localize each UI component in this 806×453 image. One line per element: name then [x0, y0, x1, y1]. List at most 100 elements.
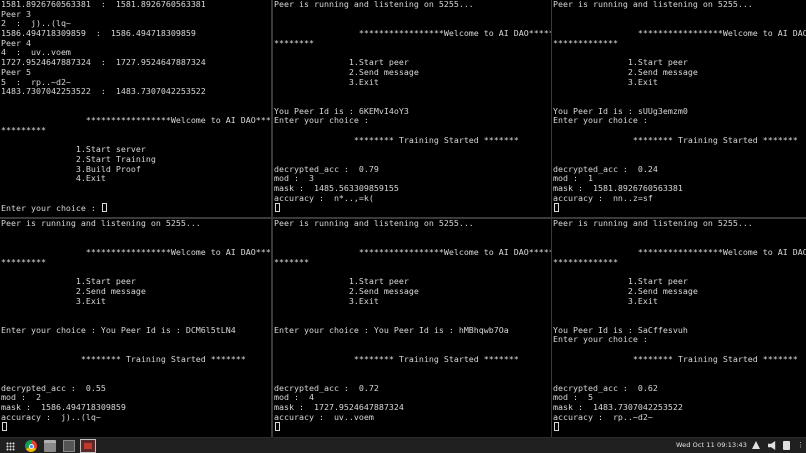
terminal-pane-peer-bottom-left[interactable]: Peer is running and listening on 5255...… [0, 219, 271, 437]
terminal-cursor [275, 203, 280, 213]
battery-icon[interactable] [783, 441, 790, 450]
terminal-pane-peer-bottom-middle[interactable]: Peer is running and listening on 5255...… [273, 219, 551, 437]
terminal-line: *****************Welcome to AI DAO******… [274, 29, 551, 39]
clock[interactable]: Wed Oct 11 09:13:43 [676, 441, 747, 449]
terminal-line: *****************Welcome to AI DAO******… [637, 29, 806, 39]
terminal-line: ******** Training Started ******* [274, 135, 519, 145]
terminal-line: Enter your choice : You Peer Id is : DCM… [1, 325, 236, 335]
network-icon[interactable] [752, 441, 760, 449]
terminal-pane-peer-bottom-right[interactable]: Peer is running and listening on 5255...… [552, 219, 806, 437]
terminal-pane-server[interactable]: 1581.8926760563381 : 1581.8926760563381 P… [0, 0, 271, 217]
terminal-line: decrypted_acc : 0.79 [274, 164, 379, 174]
terminal-line: accuracy : rp..~d2~ [553, 412, 653, 422]
terminal-line: 3.Exit [553, 296, 658, 306]
terminal-line: mod : 5 [553, 393, 593, 403]
terminal-line: 1581.8926760563381 : 1581.8926760563381 [1, 0, 206, 9]
terminal-line [553, 422, 806, 432]
terminal-line: 2.Send message [553, 286, 698, 296]
terminal-cursor [2, 422, 7, 432]
terminal-line [1, 422, 271, 432]
files-icon[interactable] [44, 440, 56, 452]
terminal-line: Peer is running and listening on 5255... [1, 219, 201, 228]
terminal-line: ******** Training Started ******* [274, 354, 519, 364]
apps-grid-icon[interactable] [6, 442, 15, 451]
terminal-line: ******** Training Started ******* [553, 354, 798, 364]
terminal-line: ********* [1, 125, 46, 135]
terminal-icon[interactable] [63, 440, 75, 452]
terminal-line: 3.Build Proof [1, 164, 141, 174]
terminal-line: ********* [1, 257, 46, 267]
terminal-line: decrypted_acc : 0.55 [1, 383, 106, 393]
terminal-line: mod : 1 [553, 174, 593, 184]
terminal-line: accuracy : uv..voem [274, 412, 374, 422]
terminal-line: Enter your choice : [1, 203, 271, 213]
terminal-cursor [554, 203, 559, 213]
terminal-line: accuracy : j)..(lq~ [1, 412, 101, 422]
volume-icon[interactable] [768, 441, 776, 450]
terminal-line: Enter your choice : [553, 335, 648, 345]
terminal-line: 1.Start peer [553, 58, 688, 68]
terminal-line: You Peer Id is : 6KEMvI4oY3 [274, 106, 409, 116]
chrome-icon[interactable] [25, 440, 37, 452]
terminal-line: 3.Exit [553, 77, 658, 87]
terminal-line: mod : 2 [1, 393, 41, 403]
terminal-pane-peer-top-right[interactable]: Peer is running and listening on 5255...… [552, 0, 806, 217]
active-terminal-icon[interactable] [80, 439, 96, 453]
terminal-cursor [101, 203, 107, 213]
terminal-line: Peer 4 [1, 38, 31, 48]
terminal-line: 1586.494718309859 : 1586.494718309859 [1, 29, 196, 39]
terminal-line: You Peer Id is : sUUg3emzm0 [553, 106, 688, 116]
desktop: 1581.8926760563381 : 1581.8926760563381 P… [0, 0, 806, 437]
terminal-pane-peer-top-middle[interactable]: Peer is running and listening on 5255...… [273, 0, 551, 217]
terminal-line: mask : 1586.494718309859 [1, 403, 126, 413]
terminal-line: 4.Exit [1, 174, 106, 184]
terminal-line: 1.Start peer [274, 58, 409, 68]
terminal-line: accuracy : nn..z=sf [553, 193, 653, 203]
terminal-line: ******* [274, 257, 309, 267]
terminal-line: 5 : rp..~d2~ [1, 77, 71, 87]
terminal-line: 1727.9524647887324 : 1727.9524647887324 [1, 58, 206, 68]
terminal-line: *****************Welcome to AI DAO******… [637, 248, 806, 258]
terminal-cursor [554, 422, 559, 432]
terminal-line: decrypted_acc : 0.72 [274, 383, 379, 393]
terminal-line: mod : 4 [274, 393, 314, 403]
terminal-line: ******** Training Started ******* [1, 354, 246, 364]
terminal-line: mask : 1483.7307042253522 [553, 403, 683, 413]
terminal-line: Enter your choice : You Peer Id is : hMB… [274, 325, 509, 335]
terminal-line: 1.Start peer [274, 277, 409, 287]
terminal-line: mod : 3 [274, 174, 314, 184]
terminal-line: 3.Exit [1, 296, 106, 306]
terminal-line: 2.Send message [553, 67, 698, 77]
terminal-line: 3.Exit [274, 77, 379, 87]
terminal-line: 2.Send message [274, 67, 419, 77]
terminal-line: ************* [553, 257, 618, 267]
terminal-line: decrypted_acc : 0.62 [553, 383, 658, 393]
terminal-line: Peer is running and listening on 5255... [274, 0, 474, 9]
menu-icon[interactable]: ⋮ [797, 441, 805, 450]
